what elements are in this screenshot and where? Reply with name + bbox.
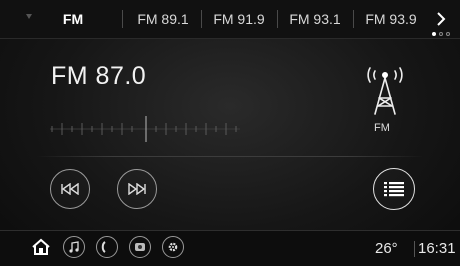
next-station-button[interactable] [117, 169, 157, 209]
camera-icon [135, 243, 145, 251]
tab-separator [201, 10, 202, 28]
tuner-scale[interactable] [50, 114, 290, 144]
tuner-ticks [50, 116, 240, 142]
home-button[interactable] [30, 236, 52, 258]
settings-button[interactable] [162, 236, 184, 258]
skip-next-icon [128, 183, 146, 195]
divider [36, 156, 424, 157]
previous-station-button[interactable] [50, 169, 90, 209]
phone-icon [101, 241, 106, 253]
phone-button[interactable] [96, 236, 118, 258]
page-dot [446, 32, 450, 36]
page-indicator [432, 32, 450, 36]
tab-fm-91-9[interactable]: FM 91.9 [203, 0, 275, 38]
station-tab-bar: FM FM 89.1 FM 91.9 FM 93.1 FM 93.9 [0, 0, 460, 39]
tab-fm-93-1[interactable]: FM 93.1 [279, 0, 351, 38]
list-icon [384, 182, 404, 197]
camera-button[interactable] [129, 236, 151, 258]
station-list-button[interactable] [373, 168, 415, 210]
tab-fm[interactable]: FM [48, 0, 98, 38]
band-label: FM [374, 122, 390, 134]
status-separator [414, 241, 415, 257]
current-frequency: FM 87.0 [51, 62, 147, 90]
radio-antenna-icon [360, 62, 410, 122]
tab-fm-93-9[interactable]: FM 93.9 [355, 0, 427, 38]
tab-separator [277, 10, 278, 28]
tab-separator [122, 10, 123, 28]
home-icon [32, 238, 50, 255]
settings-icon [168, 242, 178, 252]
tab-separator [353, 10, 354, 28]
page-dot [439, 32, 443, 36]
temperature: 26° [375, 240, 398, 257]
radio-screen: FM FM 89.1 FM 91.9 FM 93.1 FM 93.9 FM 87… [0, 0, 460, 266]
skip-previous-icon [61, 183, 79, 195]
dropdown-arrow-icon[interactable] [26, 14, 32, 19]
page-dot-active [432, 32, 436, 36]
chevron-right-icon [437, 12, 446, 26]
clock: 16:31 [418, 240, 456, 257]
music-icon [69, 241, 79, 253]
music-button[interactable] [63, 236, 85, 258]
tab-fm-89-1[interactable]: FM 89.1 [126, 0, 200, 38]
